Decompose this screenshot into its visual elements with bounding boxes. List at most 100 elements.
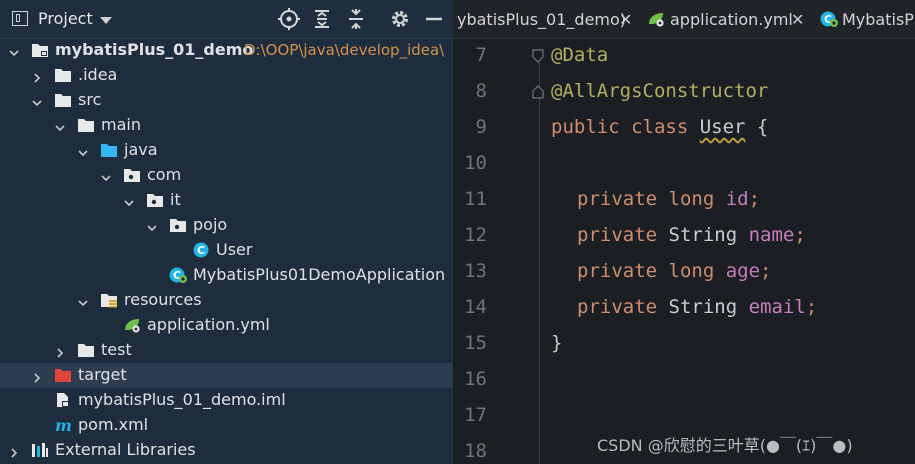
tree-item-project-root[interactable]: mybatisPlus_01_demo D:\OOP\java\develop_… (0, 38, 452, 63)
spring-yml-icon (123, 317, 141, 333)
field-name: id (725, 188, 749, 210)
hide-icon[interactable] (422, 7, 446, 31)
tree-item-java[interactable]: java (0, 138, 452, 163)
tab-mybatisplus-application[interactable]: C MybatisPl (817, 0, 915, 38)
spring-boot-class-icon: C (169, 267, 187, 283)
field-name: email (748, 296, 806, 318)
semicolon: ; (748, 188, 761, 210)
ide-window: Project mybatisPlus_01_demo D:\OOP\java\… (0, 0, 915, 464)
tab-demo-application[interactable]: ybatisPlus_01_demo) ✕ (453, 0, 641, 38)
expand-all-icon[interactable] (310, 7, 334, 31)
class-icon: C (192, 242, 210, 258)
svg-text:C: C (197, 244, 205, 257)
chevron-right-icon[interactable] (54, 344, 66, 358)
chevron-down-icon[interactable] (8, 44, 20, 57)
close-icon[interactable]: ✕ (619, 10, 632, 29)
line-number: 15 (464, 332, 487, 354)
tab-application-yml[interactable]: application.yml ✕ (643, 0, 813, 38)
tree-item-label: mybatisPlus_01_demo (55, 40, 254, 59)
tree-item-label: application.yml (147, 315, 270, 334)
svg-text:m: m (55, 417, 72, 433)
tree-item-label: MybatisPlus01DemoApplication (193, 265, 446, 284)
closing-brace: } (551, 332, 563, 354)
code-line-8: @AllArgsConstructor (551, 80, 768, 104)
code-line-15: } (551, 332, 562, 356)
code-area[interactable]: @Data @AllArgsConstructor public class U… (551, 38, 915, 464)
tree-item-idea[interactable]: .idea (0, 63, 452, 88)
module-file-icon (54, 392, 72, 408)
code-line-11: private long id; (577, 188, 760, 212)
tree-item-label: java (124, 140, 158, 159)
chevron-down-icon[interactable] (77, 144, 89, 157)
tree-item-target[interactable]: target (0, 363, 452, 388)
spring-boot-class-icon: C (820, 11, 838, 27)
annotation-data: @Data (551, 44, 609, 66)
keyword: private (577, 188, 669, 210)
field-name: name (748, 224, 795, 246)
line-number: 16 (464, 368, 487, 390)
source-folder-icon (100, 142, 118, 158)
class-name: User (699, 116, 746, 138)
tree-item-main[interactable]: main (0, 113, 452, 138)
tree-item-label: src (78, 90, 102, 109)
tab-label: MybatisPl (842, 10, 915, 29)
collapse-all-icon[interactable] (344, 7, 368, 31)
line-number: 13 (464, 260, 487, 282)
tree-item-application-yml[interactable]: application.yml (0, 313, 452, 338)
spring-yml-icon (647, 11, 665, 27)
fold-end-icon[interactable] (532, 84, 544, 99)
chevron-down-icon[interactable] (54, 119, 66, 132)
type: long (668, 260, 726, 282)
project-panel-title[interactable]: Project (38, 9, 93, 28)
tree-item-it[interactable]: it (0, 188, 452, 213)
chevron-down-icon[interactable] (100, 169, 112, 182)
line-number: 7 (475, 44, 487, 66)
tree-item-iml-file[interactable]: mybatisPlus_01_demo.iml (0, 388, 452, 413)
semicolon: ; (760, 260, 772, 282)
semicolon: ; (805, 296, 818, 318)
folder-icon (77, 342, 95, 358)
chevron-down-icon[interactable] (146, 219, 158, 232)
code-line-14: private String email; (577, 296, 817, 320)
semicolon: ; (794, 224, 806, 246)
project-panel: Project mybatisPlus_01_demo D:\OOP\java\… (0, 0, 452, 464)
tree-item-application-class[interactable]: C MybatisPlus01DemoApplication (0, 263, 452, 288)
editor-tab-bar: ybatisPlus_01_demo) ✕ application.yml ✕ … (453, 0, 915, 39)
resources-folder-icon (100, 292, 118, 308)
field-name: age (725, 260, 761, 282)
tree-item-test[interactable]: test (0, 338, 452, 363)
chevron-right-icon[interactable] (8, 444, 20, 458)
tree-item-user-class[interactable]: C User (0, 238, 452, 263)
project-tree: mybatisPlus_01_demo D:\OOP\java\develop_… (0, 38, 452, 464)
folder-icon (77, 117, 95, 133)
close-icon[interactable]: ✕ (791, 10, 804, 29)
chevron-down-icon[interactable] (123, 194, 135, 207)
settings-icon[interactable] (388, 7, 412, 31)
keyword: private (577, 260, 669, 282)
line-number: 14 (464, 296, 487, 318)
tree-item-pojo[interactable]: pojo (0, 213, 452, 238)
locate-icon[interactable] (277, 7, 301, 31)
folder-icon (54, 92, 72, 108)
tree-item-src[interactable]: src (0, 88, 452, 113)
line-number: 8 (475, 80, 487, 102)
chevron-down-icon[interactable] (77, 294, 89, 307)
tree-item-com[interactable]: com (0, 163, 452, 188)
line-number: 10 (464, 152, 487, 174)
type: long (668, 188, 726, 210)
tree-item-label: mybatisPlus_01_demo.iml (78, 390, 286, 409)
annotation-all-args-constructor: @AllArgsConstructor (551, 80, 769, 102)
chevron-right-icon[interactable] (31, 369, 43, 383)
tree-item-external-libraries[interactable]: External Libraries (0, 438, 452, 463)
project-view-icon (12, 11, 28, 26)
package-icon (169, 217, 187, 233)
fold-start-icon[interactable] (532, 48, 544, 63)
type: String (668, 224, 749, 246)
chevron-right-icon[interactable] (31, 69, 43, 83)
view-dropdown-icon[interactable] (100, 17, 112, 24)
chevron-down-icon[interactable] (31, 94, 43, 107)
line-number: 12 (464, 224, 487, 246)
tree-item-label: test (101, 340, 132, 359)
tree-item-pom-xml[interactable]: m pom.xml (0, 413, 452, 438)
tree-item-resources[interactable]: resources (0, 288, 452, 313)
